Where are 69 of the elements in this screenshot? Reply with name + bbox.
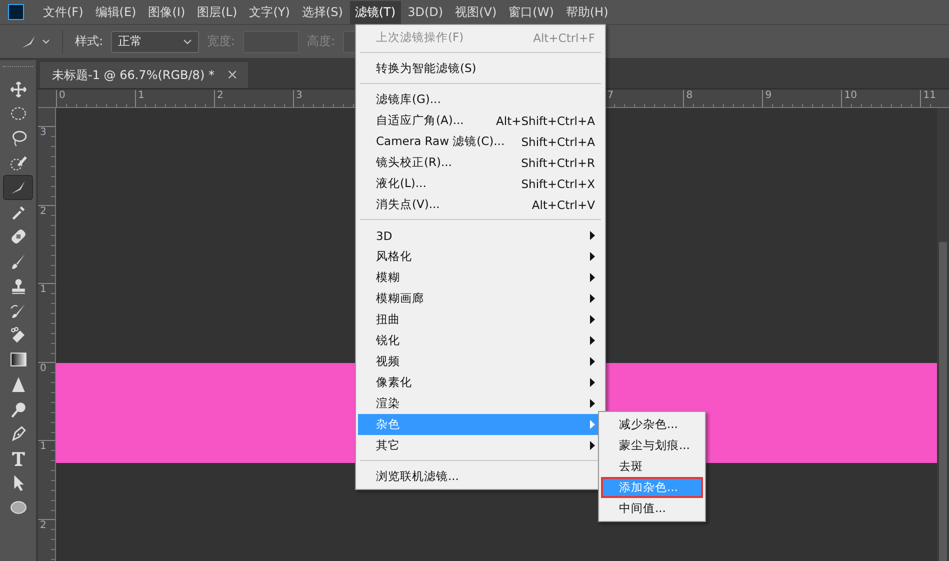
- menu-item[interactable]: 锐化: [358, 330, 603, 351]
- submenu-arrow-icon: [590, 252, 595, 261]
- submenu-arrow-icon: [590, 336, 595, 345]
- triangle-icon: [10, 376, 26, 393]
- ruler-number: 9: [762, 90, 842, 107]
- menu-item[interactable]: 像素化: [358, 372, 603, 393]
- menu-item[interactable]: 液化(L)... Shift+Ctrl+X: [358, 173, 603, 194]
- close-button[interactable]: ×: [226, 67, 238, 83]
- menu-item[interactable]: 滤镜(T): [350, 0, 401, 24]
- menu-item[interactable]: 帮助(H): [560, 0, 614, 24]
- pen-icon: [10, 425, 26, 442]
- dodge-icon: [10, 400, 26, 418]
- submenu-arrow-icon: [590, 294, 595, 303]
- menu-item[interactable]: 扭曲: [358, 309, 603, 330]
- menu-item[interactable]: 自适应广角(A)... Alt+Shift+Ctrl+A: [358, 110, 603, 131]
- type-icon: [10, 450, 26, 467]
- menu-item[interactable]: 文字(Y): [244, 0, 295, 24]
- ruler-number: 0: [38, 362, 55, 440]
- style-label: 样式:: [75, 33, 104, 50]
- ruler-number: 10: [841, 90, 920, 107]
- submenu-arrow-icon: [590, 420, 595, 429]
- stamp-icon: [10, 278, 26, 295]
- menu-item[interactable]: 蒙尘与划痕...: [601, 435, 703, 456]
- ruler-number: 11: [920, 90, 937, 107]
- menu-item[interactable]: 视频: [358, 351, 603, 372]
- menu-item[interactable]: 3D(D): [402, 2, 448, 22]
- ruler-number: 8: [683, 90, 762, 107]
- menu-item[interactable]: 模糊画廊: [358, 288, 603, 309]
- submenu-arrow-icon: [590, 441, 595, 450]
- caret-icon: [183, 38, 192, 44]
- menu-item[interactable]: 风格化: [358, 246, 603, 267]
- history-brush-icon: [10, 302, 26, 320]
- menu-item[interactable]: 减少杂色...: [601, 414, 703, 435]
- submenu-arrow-icon: [590, 231, 595, 240]
- menu-item[interactable]: 视图(V): [450, 0, 502, 24]
- submenu-arrow-icon: [590, 357, 595, 366]
- menu-item[interactable]: 图像(I): [143, 0, 190, 24]
- menu-item[interactable]: 消失点(V)... Alt+Ctrl+V: [358, 194, 603, 215]
- elliptical-marquee-icon: [10, 105, 26, 122]
- menu-item[interactable]: 窗口(W): [504, 0, 559, 24]
- app-logo-icon: [8, 4, 24, 20]
- document-tab[interactable]: 未标题-1 @ 66.7%(RGB/8) * ×: [40, 62, 248, 88]
- menu-item[interactable]: 转换为智能滤镜(S): [358, 58, 603, 79]
- slice-knife-icon: [10, 179, 26, 196]
- menu-item[interactable]: 去斑: [601, 456, 703, 477]
- menu-item[interactable]: 渲染: [358, 393, 603, 414]
- eraser-icon: [10, 326, 26, 344]
- submenu-arrow-icon: [590, 399, 595, 408]
- submenu-arrow-icon: [590, 273, 595, 282]
- quick-selection-icon: [10, 154, 26, 172]
- style-dropdown[interactable]: 正常: [111, 30, 200, 52]
- caret-icon[interactable]: [42, 38, 50, 44]
- menu-item[interactable]: Camera Raw 滤镜(C)... Shift+Ctrl+A: [358, 131, 603, 152]
- submenu-arrow-icon: [590, 378, 595, 387]
- gradient-icon: [10, 351, 26, 368]
- eyedropper-icon: [10, 204, 26, 221]
- ellipse-icon: [10, 498, 26, 516]
- menu-item[interactable]: 3D: [358, 225, 603, 246]
- menu-item[interactable]: 编辑(E): [90, 0, 142, 24]
- menu-item[interactable]: 中间值...: [601, 498, 703, 519]
- menu-item[interactable]: 选择(S): [296, 0, 348, 24]
- move-icon: [10, 80, 26, 98]
- submenu-arrow-icon: [590, 315, 595, 324]
- ruler-number: 2: [38, 518, 55, 561]
- lasso-icon: [10, 130, 26, 147]
- menu-item[interactable]: 图层(L): [192, 0, 242, 24]
- menu-item[interactable]: 模糊: [358, 267, 603, 288]
- menu-item[interactable]: 镜头校正(R)... Shift+Ctrl+R: [358, 152, 603, 173]
- menu-item[interactable]: 文件(F): [38, 0, 88, 24]
